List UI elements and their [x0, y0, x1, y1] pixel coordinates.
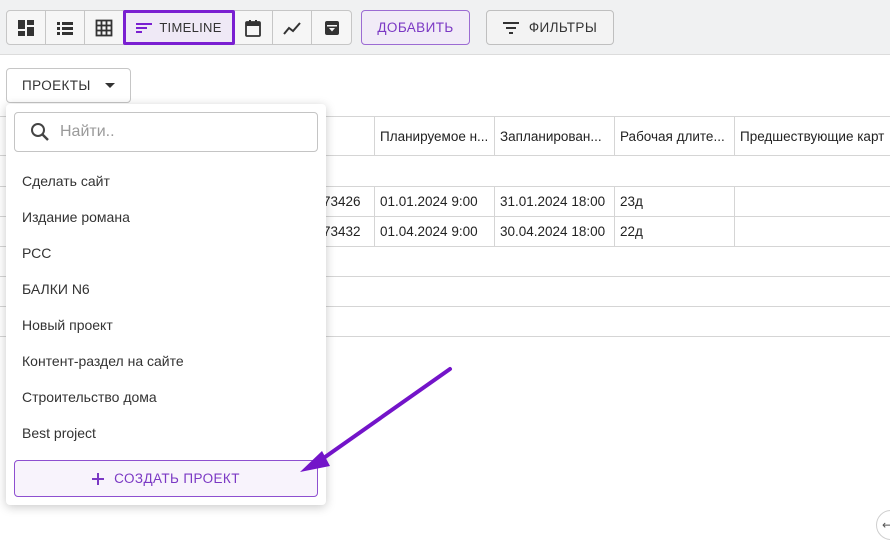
board-view-icon — [18, 19, 34, 36]
timeline-label: TIMELINE — [159, 20, 222, 35]
project-search — [14, 112, 318, 152]
filters-button[interactable]: ФИЛЬТРЫ — [486, 10, 614, 45]
collapse-corner-button[interactable]: ⟵ — [876, 510, 890, 540]
board-view-button[interactable] — [7, 11, 46, 44]
projects-select[interactable]: ПРОЕКТЫ — [6, 68, 131, 103]
project-item[interactable]: РСС — [6, 235, 326, 271]
project-item[interactable]: Издание романа — [6, 199, 326, 235]
chart-view-button[interactable] — [273, 11, 312, 44]
row-planned-end: 31.01.2024 18:00 — [494, 186, 614, 216]
calendar-view-button[interactable] — [234, 11, 273, 44]
column-header[interactable]: Предшествующие карт — [734, 117, 890, 155]
timeline-view-icon — [136, 22, 153, 33]
project-list: Сделать сайт Издание романа РСС БАЛКИ N6… — [6, 163, 326, 451]
timeline-view-button[interactable]: TIMELINE — [123, 10, 235, 45]
project-item[interactable]: БАЛКИ N6 — [6, 271, 326, 307]
table-view-icon — [95, 19, 113, 36]
column-header[interactable]: Запланирован... — [494, 117, 614, 155]
projects-select-label: ПРОЕКТЫ — [22, 78, 91, 93]
caret-down-icon — [104, 82, 115, 88]
row-planned-start: 01.04.2024 9:00 — [374, 216, 494, 246]
project-item[interactable]: Строительство дома — [6, 379, 326, 415]
row-duration: 22д — [614, 216, 734, 246]
toolbar: TIMELINE ДОБАВИТЬ ФИЛЬТРЫ — [0, 0, 890, 55]
project-item[interactable]: Контент-раздел на сайте — [6, 343, 326, 379]
chart-view-icon — [283, 21, 301, 35]
archive-view-button[interactable] — [312, 11, 351, 44]
project-item[interactable]: Новый проект — [6, 307, 326, 343]
table-view-button[interactable] — [85, 11, 124, 44]
row-planned-start: 01.01.2024 9:00 — [374, 186, 494, 216]
view-switcher: TIMELINE — [6, 10, 352, 45]
row-predecessors — [734, 216, 890, 246]
project-item[interactable]: Best project — [6, 415, 326, 451]
row-predecessors — [734, 186, 890, 216]
list-view-icon — [57, 21, 73, 35]
archive-view-icon — [324, 20, 339, 35]
project-item[interactable]: Сделать сайт — [6, 163, 326, 199]
column-header[interactable]: Планируемое н... — [374, 117, 494, 155]
calendar-view-icon — [245, 19, 261, 37]
create-project-button[interactable]: СОЗДАТЬ ПРОЕКТ — [14, 460, 318, 497]
list-view-button[interactable] — [46, 11, 85, 44]
row-planned-end: 30.04.2024 18:00 — [494, 216, 614, 246]
add-button[interactable]: ДОБАВИТЬ — [361, 10, 470, 45]
row-id: 73432 — [323, 223, 361, 239]
plus-icon — [92, 472, 105, 485]
create-project-label: СОЗДАТЬ ПРОЕКТ — [114, 471, 240, 486]
arrow-left-icon: ⟵ — [882, 518, 890, 532]
row-id: 73426 — [323, 193, 361, 209]
search-icon — [31, 123, 49, 141]
project-search-input[interactable] — [60, 123, 290, 141]
row-duration: 23д — [614, 186, 734, 216]
filters-label: ФИЛЬТРЫ — [528, 20, 598, 35]
column-header[interactable]: Рабочая длите... — [614, 117, 734, 155]
filter-icon — [502, 21, 519, 34]
projects-dropdown: Сделать сайт Издание романа РСС БАЛКИ N6… — [6, 104, 326, 505]
